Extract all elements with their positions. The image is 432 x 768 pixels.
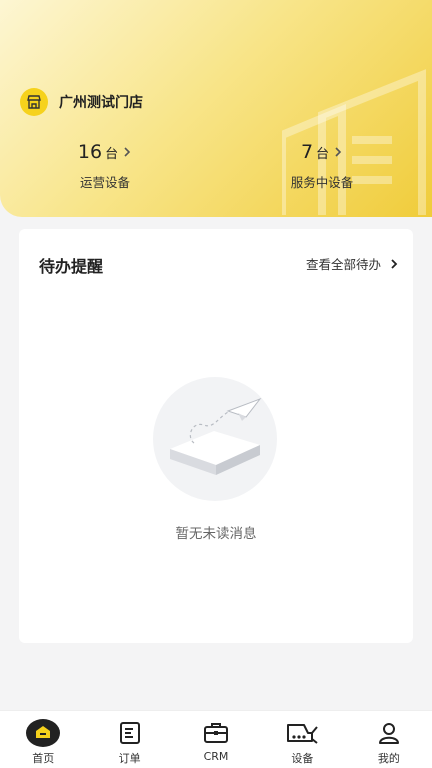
home-icon [26,719,61,747]
view-all-button[interactable]: 查看全部待办 [306,254,399,273]
tab-crm[interactable]: CRM [173,711,259,768]
tab-profile[interactable]: 我的 [346,711,432,768]
stat-label: 服务中设备 [290,175,354,190]
order-icon [113,719,147,747]
store-icon [20,88,48,116]
chevron-right-icon [124,147,131,157]
profile-icon [372,719,406,747]
store-header: 广州测试门店 16 台 运营设备 7 台 服务中设备 [0,0,432,217]
bottom-tab-bar: 首页 订单 CRM 设备 我的 [0,710,432,768]
tab-orders[interactable]: 订单 [86,711,172,768]
tab-label: 首页 [32,752,55,765]
building-watermark-icon [282,69,426,215]
device-icon [285,719,319,747]
briefcase-icon [199,719,233,747]
chevron-right-icon [391,258,398,269]
reminders-title: 待办提醒 [39,257,104,276]
chevron-right-icon [335,147,342,157]
stat-unit: 台 [316,147,330,162]
stat-value: 16 [77,141,103,163]
tab-label: CRM [203,750,229,763]
stat-in-service-devices[interactable]: 7 台 服务中设备 [272,141,372,191]
tab-label: 订单 [118,752,141,765]
reminders-card: 待办提醒 查看全部待办 暂无未读消息 [19,229,413,643]
stat-operating-devices[interactable]: 16 台 运营设备 [60,141,150,191]
empty-message: 暂无未读消息 [175,526,257,542]
view-all-label: 查看全部待办 [305,257,381,272]
store-name: 广州测试门店 [59,95,143,111]
stat-value: 7 [300,141,314,163]
store-selector[interactable]: 广州测试门店 [20,88,143,116]
tab-home[interactable]: 首页 [0,711,86,768]
empty-inbox-icon [153,377,277,501]
tab-label: 我的 [377,752,400,765]
stat-label: 运营设备 [79,175,130,190]
tab-devices[interactable]: 设备 [259,711,345,768]
stat-unit: 台 [105,147,119,162]
tab-label: 设备 [291,752,314,765]
